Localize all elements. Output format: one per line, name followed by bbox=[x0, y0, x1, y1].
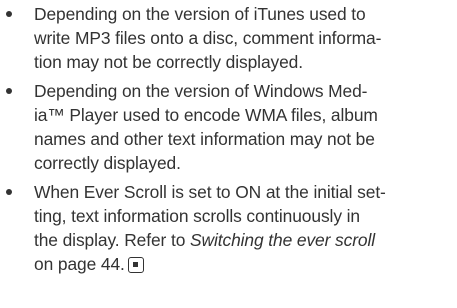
bullet-list: Depending on the version of iTunes used … bbox=[0, 2, 457, 276]
text-line: When Ever Scroll is set to ON at the ini… bbox=[34, 182, 386, 202]
text-line: correctly displayed. bbox=[34, 153, 181, 173]
bullet-item-windows-media: Depending on the version of Windows Med-… bbox=[0, 79, 457, 175]
document-page: Depending on the version of iTunes used … bbox=[0, 2, 457, 281]
bullet-dot-icon bbox=[6, 11, 12, 17]
text-line: ia™ Player used to encode WMA files, alb… bbox=[34, 105, 378, 125]
text-line: Depending on the version of iTunes used … bbox=[34, 4, 366, 24]
text-line: on page 44. bbox=[34, 252, 451, 276]
bullet-dot-icon bbox=[6, 88, 12, 94]
bullet-item-itunes: Depending on the version of iTunes used … bbox=[0, 2, 457, 74]
text-line: tion may not be correctly displayed. bbox=[34, 52, 303, 72]
bullet-dot-icon bbox=[6, 189, 12, 195]
text-segment: the display. Refer to bbox=[34, 230, 191, 250]
text-line: the display. Refer to Switching the ever… bbox=[34, 228, 451, 252]
section-end-icon bbox=[127, 257, 144, 273]
text-line: names and other text information may not… bbox=[34, 129, 375, 149]
text-line: ting, text information scrolls continuou… bbox=[34, 206, 360, 226]
text-line: Depending on the version of Windows Med- bbox=[34, 81, 368, 101]
text-line: write MP3 files onto a disc, comment inf… bbox=[34, 28, 382, 48]
bullet-item-ever-scroll: When Ever Scroll is set to ON at the ini… bbox=[0, 180, 457, 276]
cross-reference-link: Switching the ever scroll bbox=[190, 230, 376, 250]
page-reference: on page 44. bbox=[34, 254, 125, 274]
